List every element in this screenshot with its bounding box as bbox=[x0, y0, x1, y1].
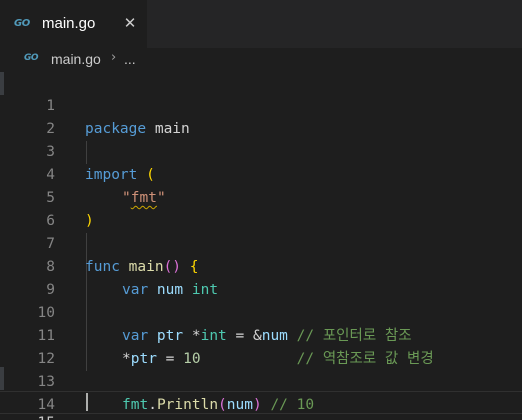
code-line: 10 var ptr *int = &num // 포인터로 참조 bbox=[0, 279, 522, 344]
code-line: 12 bbox=[0, 325, 522, 367]
tab-bar: GO main.go ✕ bbox=[0, 0, 522, 48]
text-cursor bbox=[86, 393, 88, 411]
code-line: 6 bbox=[0, 187, 522, 229]
current-line[interactable]: 15 bbox=[0, 391, 522, 420]
breadcrumb-file[interactable]: main.go bbox=[51, 51, 101, 67]
code-line: 4 "fmt" bbox=[0, 141, 522, 206]
close-icon[interactable]: ✕ bbox=[120, 13, 140, 33]
tab-main-go[interactable]: GO main.go ✕ bbox=[0, 0, 147, 48]
breadcrumb-symbols[interactable]: ... bbox=[124, 51, 136, 67]
go-file-icon: GO bbox=[24, 53, 39, 63]
breadcrumb: GO main.go › ... bbox=[0, 48, 522, 72]
code-editor[interactable]: 1 package main 2 3 import ( 4 "fmt" 5 ) … bbox=[0, 72, 522, 420]
code-line: 2 bbox=[0, 95, 522, 137]
code-line: 5 ) bbox=[0, 164, 522, 229]
tab-title[interactable]: main.go bbox=[42, 15, 95, 32]
code-line: 3 import ( bbox=[0, 118, 522, 183]
go-file-icon: GO bbox=[14, 18, 30, 29]
code-line: 11 *ptr = 10 // 역참조로 값 변경 bbox=[0, 302, 522, 367]
code-line: 13 fmt.Println(num) // 10 bbox=[0, 348, 522, 413]
code-line: 9 bbox=[0, 256, 522, 298]
chevron-right-icon: › bbox=[111, 50, 117, 65]
code-line: 1 package main bbox=[0, 72, 522, 137]
line-number: 15 bbox=[0, 413, 55, 420]
code-line: 8 var num int bbox=[0, 233, 522, 298]
code-line: 7 func main() { bbox=[0, 210, 522, 275]
